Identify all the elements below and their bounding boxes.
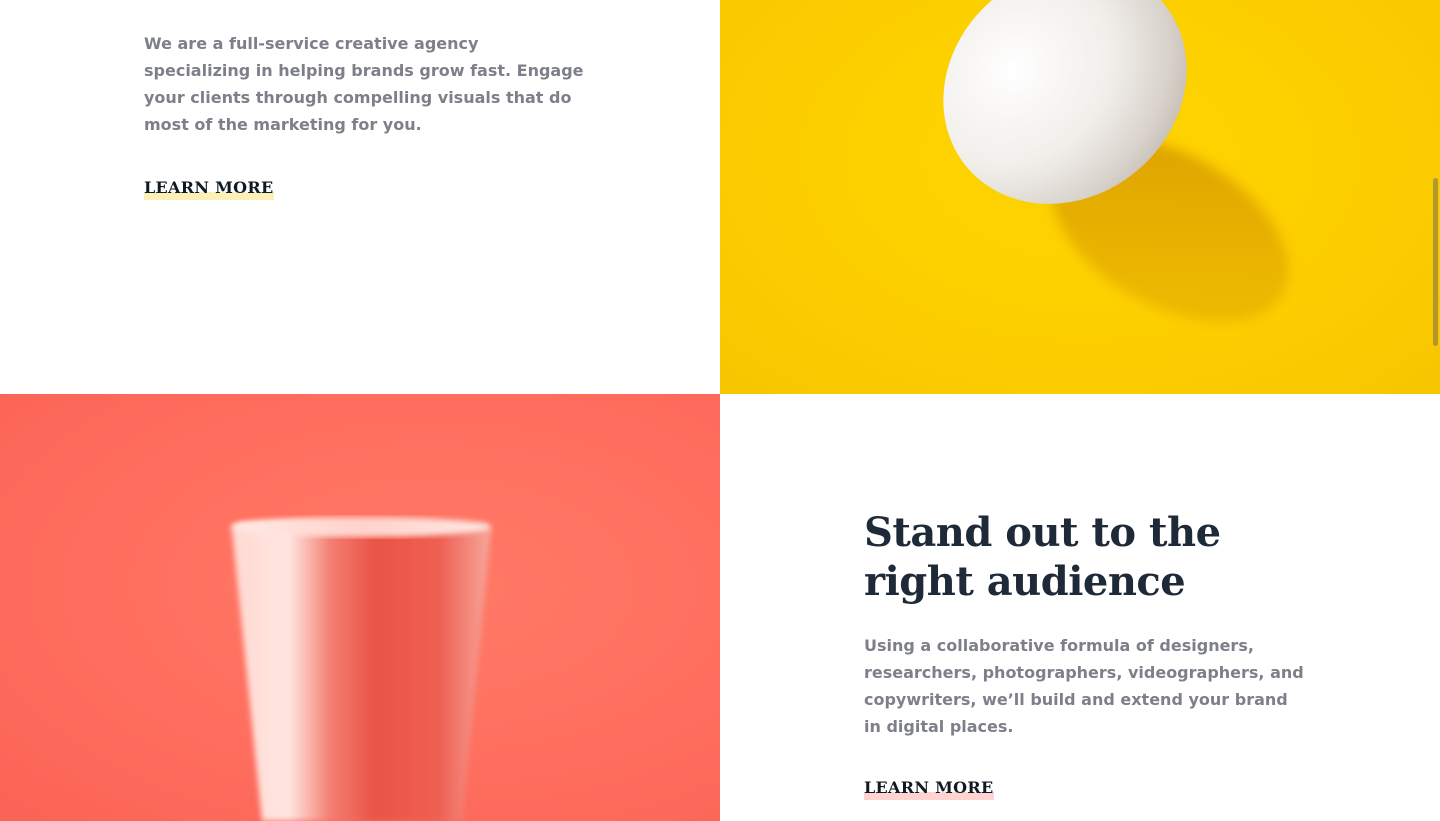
cup-rim: [231, 517, 491, 537]
cup-photo: [0, 394, 720, 821]
egg-photo: [720, 0, 1440, 394]
learn-more-label: LEARN MORE: [144, 178, 274, 197]
agency-intro-section: We are a full-service creative agency sp…: [0, 0, 720, 394]
learn-more-label: LEARN MORE: [864, 778, 994, 797]
cup-illustration: [231, 517, 491, 821]
page: We are a full-service creative agency sp…: [0, 0, 1440, 821]
agency-intro-description: We are a full-service creative agency sp…: [144, 34, 584, 134]
learn-more-link-2[interactable]: LEARN MORE: [864, 778, 994, 800]
audience-section: Stand out to the right audience Using a …: [720, 394, 1440, 821]
section-heading: Stand out to the right audience: [864, 509, 1221, 605]
egg-illustration: [943, 0, 1289, 323]
scrollbar-thumb[interactable]: [1433, 178, 1438, 346]
cup-body: [232, 522, 491, 821]
learn-more-link-1[interactable]: LEARN MORE: [144, 178, 274, 200]
audience-description: Using a collaborative formula of designe…: [864, 636, 1304, 736]
